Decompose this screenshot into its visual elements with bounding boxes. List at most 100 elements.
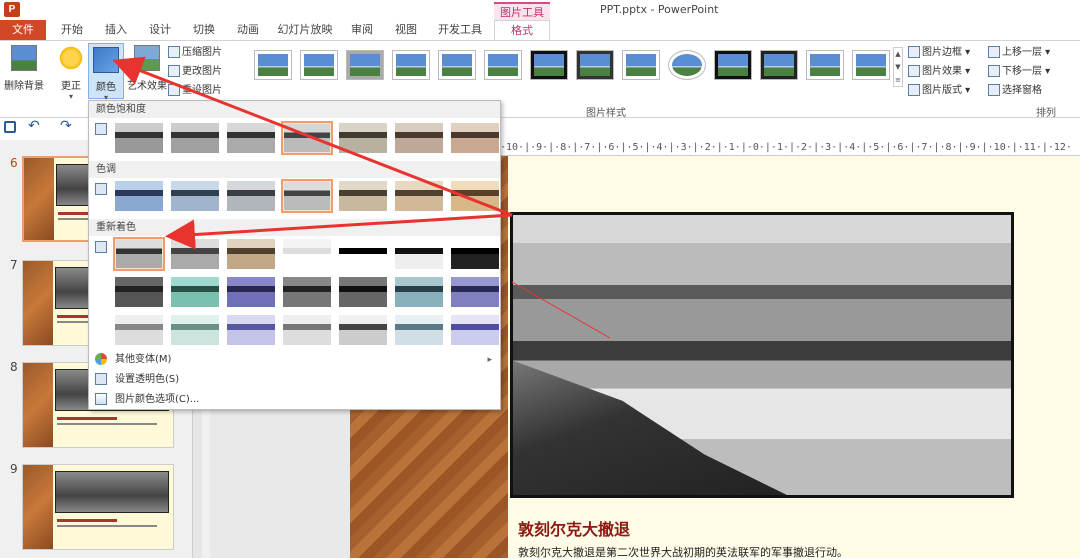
- color-variation-thumbnail[interactable]: [393, 275, 445, 309]
- picture-style-12[interactable]: [760, 50, 798, 80]
- color-variation-thumbnail[interactable]: [281, 179, 333, 213]
- picture-color-options-item[interactable]: 图片颜色选项(C)...: [95, 391, 199, 409]
- variation-preview: [171, 239, 219, 269]
- tab-home[interactable]: 开始: [52, 20, 92, 40]
- picture-style-1[interactable]: [254, 50, 292, 80]
- selection-pane-button[interactable]: 选择窗格: [988, 82, 1042, 99]
- style-preview: [304, 54, 334, 76]
- gallery-scroll[interactable]: ▲ ▼ ≡: [893, 47, 903, 87]
- remove-background-label: 删除背景: [4, 81, 44, 92]
- corrections-button[interactable]: 更正 ▾: [54, 45, 88, 101]
- dunkirk-photo[interactable]: [510, 212, 1014, 498]
- color-variation-thumbnail[interactable]: [337, 179, 389, 213]
- picture-layout-button[interactable]: 图片版式 ▾: [908, 82, 970, 99]
- color-variation-thumbnail[interactable]: [337, 313, 389, 347]
- color-variation-thumbnail[interactable]: [337, 121, 389, 155]
- color-variation-thumbnail[interactable]: [169, 313, 221, 347]
- color-variation-thumbnail[interactable]: [113, 313, 165, 347]
- picture-border-label: 图片边框: [922, 47, 962, 58]
- variation-preview: [227, 277, 275, 307]
- color-button[interactable]: 颜色 ▾: [88, 43, 124, 102]
- color-variation-thumbnail[interactable]: [225, 121, 277, 155]
- picture-style-5[interactable]: [438, 50, 476, 80]
- tab-insert[interactable]: 插入: [96, 20, 136, 40]
- picture-color-options-label: 图片颜色选项(C)...: [115, 394, 200, 405]
- picture-style-14[interactable]: [852, 50, 890, 80]
- picture-style-10[interactable]: [668, 50, 706, 80]
- tab-animations[interactable]: 动画: [228, 20, 268, 40]
- picture-style-9[interactable]: [622, 50, 660, 80]
- color-variation-thumbnail[interactable]: [393, 313, 445, 347]
- reset-picture-button[interactable]: 重设图片: [168, 82, 222, 99]
- recolor-section-header: 重新着色: [89, 219, 500, 236]
- send-backward-button[interactable]: 下移一层 ▾: [988, 63, 1050, 80]
- variation-preview: [115, 315, 163, 345]
- tab-developer[interactable]: 开发工具: [432, 20, 488, 40]
- color-variation-thumbnail[interactable]: [281, 121, 333, 155]
- color-variation-thumbnail[interactable]: [225, 237, 277, 271]
- tab-slideshow[interactable]: 幻灯片放映: [274, 20, 336, 40]
- color-variation-thumbnail[interactable]: [225, 179, 277, 213]
- color-variation-thumbnail[interactable]: [393, 121, 445, 155]
- picture-style-13[interactable]: [806, 50, 844, 80]
- picture-style-7[interactable]: [530, 50, 568, 80]
- redo-icon[interactable]: ↷: [60, 118, 72, 134]
- color-variation-thumbnail[interactable]: [113, 179, 165, 213]
- tab-design[interactable]: 设计: [140, 20, 180, 40]
- remove-background-button[interactable]: 删除背景: [2, 45, 46, 92]
- compress-pictures-button[interactable]: 压缩图片: [168, 44, 222, 61]
- picture-styles-group-label: 图片样式: [586, 108, 626, 119]
- tab-review[interactable]: 审阅: [342, 20, 382, 40]
- color-variation-thumbnail[interactable]: [449, 179, 501, 213]
- tab-file[interactable]: 文件: [0, 20, 46, 40]
- color-variation-thumbnail[interactable]: [449, 275, 501, 309]
- picture-border-button[interactable]: 图片边框 ▾: [908, 44, 970, 61]
- set-transparent-color-item[interactable]: 设置透明色(S): [95, 371, 179, 389]
- picture-effects-button[interactable]: 图片效果 ▾: [908, 63, 970, 80]
- tab-view[interactable]: 视图: [386, 20, 426, 40]
- color-variation-thumbnail[interactable]: [281, 313, 333, 347]
- picture-style-6[interactable]: [484, 50, 522, 80]
- picture-style-8[interactable]: [576, 50, 614, 80]
- slide-heading[interactable]: 敦刻尔克大撤退: [518, 516, 630, 540]
- picture-style-3[interactable]: [346, 50, 384, 80]
- undo-icon[interactable]: ↶: [28, 118, 40, 134]
- tab-format[interactable]: 格式: [494, 20, 550, 40]
- color-variation-thumbnail[interactable]: [393, 237, 445, 271]
- more-variations-item[interactable]: 其他变体(M): [95, 351, 171, 369]
- style-preview: [764, 54, 794, 76]
- color-variation-thumbnail[interactable]: [113, 275, 165, 309]
- variation-preview: [283, 315, 331, 345]
- color-variation-thumbnail[interactable]: [169, 237, 221, 271]
- color-variation-thumbnail[interactable]: [393, 179, 445, 213]
- color-variation-thumbnail[interactable]: [449, 313, 501, 347]
- color-variation-thumbnail[interactable]: [169, 275, 221, 309]
- color-variation-thumbnail[interactable]: [225, 275, 277, 309]
- artistic-effects-button[interactable]: 艺术效果: [124, 45, 170, 92]
- color-variation-thumbnail[interactable]: [113, 121, 165, 155]
- picture-style-11[interactable]: [714, 50, 752, 80]
- style-preview: [442, 54, 472, 76]
- color-variation-thumbnail[interactable]: [281, 237, 333, 271]
- save-icon[interactable]: [4, 121, 16, 133]
- slide-thumbnail[interactable]: [22, 464, 174, 550]
- picture-style-2[interactable]: [300, 50, 338, 80]
- color-variation-thumbnail[interactable]: [337, 275, 389, 309]
- sun-icon: [58, 45, 84, 71]
- color-variation-thumbnail[interactable]: [113, 237, 165, 271]
- bring-forward-button[interactable]: 上移一层 ▾: [988, 44, 1050, 61]
- color-variation-thumbnail[interactable]: [281, 275, 333, 309]
- color-variation-thumbnail[interactable]: [225, 313, 277, 347]
- variation-preview: [115, 123, 163, 153]
- variation-preview: [283, 239, 331, 269]
- tab-transitions[interactable]: 切换: [184, 20, 224, 40]
- variation-preview: [451, 181, 499, 211]
- color-variation-thumbnail[interactable]: [169, 179, 221, 213]
- color-variation-thumbnail[interactable]: [449, 121, 501, 155]
- picture-style-4[interactable]: [392, 50, 430, 80]
- color-variation-thumbnail[interactable]: [337, 237, 389, 271]
- color-variation-thumbnail[interactable]: [169, 121, 221, 155]
- change-picture-button[interactable]: 更改图片: [168, 63, 222, 80]
- color-variation-thumbnail[interactable]: [449, 237, 501, 271]
- selection-pane-icon: [988, 84, 1000, 96]
